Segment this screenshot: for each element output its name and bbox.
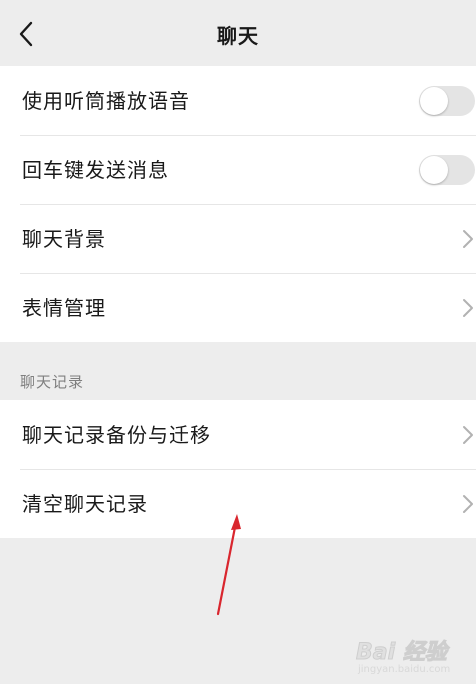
setting-row-enter-to-send[interactable]: 回车键发送消息 (0, 135, 476, 204)
chevron-right-icon (463, 426, 473, 444)
setting-label: 使用听筒播放语音 (22, 89, 190, 113)
navigation-bar: 聊天 (0, 0, 476, 66)
watermark-brand: Bai 经验 (356, 640, 448, 666)
setting-label: 清空聊天记录 (22, 492, 148, 516)
setting-row-sticker-management[interactable]: 表情管理 (0, 273, 476, 342)
toggle-knob (420, 87, 448, 115)
section-header-chat-history: 聊天记录 (20, 373, 85, 391)
setting-label: 表情管理 (22, 296, 106, 320)
chevron-right-icon (463, 299, 473, 317)
annotation-arrow (216, 514, 241, 616)
setting-label: 回车键发送消息 (22, 158, 169, 182)
chevron-right-icon (463, 495, 473, 513)
page-title: 聊天 (217, 24, 259, 48)
earpiece-playback-toggle[interactable] (419, 86, 475, 116)
setting-row-earpiece-playback[interactable]: 使用听筒播放语音 (0, 66, 476, 135)
chat-settings-group: 使用听筒播放语音 回车键发送消息 聊天背景 表情管理 (0, 66, 476, 342)
chevron-right-icon (463, 230, 473, 248)
toggle-knob (420, 156, 448, 184)
setting-label: 聊天背景 (22, 227, 106, 251)
enter-to-send-toggle[interactable] (419, 155, 475, 185)
watermark-url: jingyan.baidu.com (358, 664, 451, 675)
baidu-jingyan-watermark: Bai 经验 jingyan.baidu.com (356, 628, 472, 680)
setting-label: 聊天记录备份与迁移 (22, 423, 211, 447)
setting-row-backup-migrate[interactable]: 聊天记录备份与迁移 (0, 400, 476, 469)
setting-row-chat-background[interactable]: 聊天背景 (0, 204, 476, 273)
